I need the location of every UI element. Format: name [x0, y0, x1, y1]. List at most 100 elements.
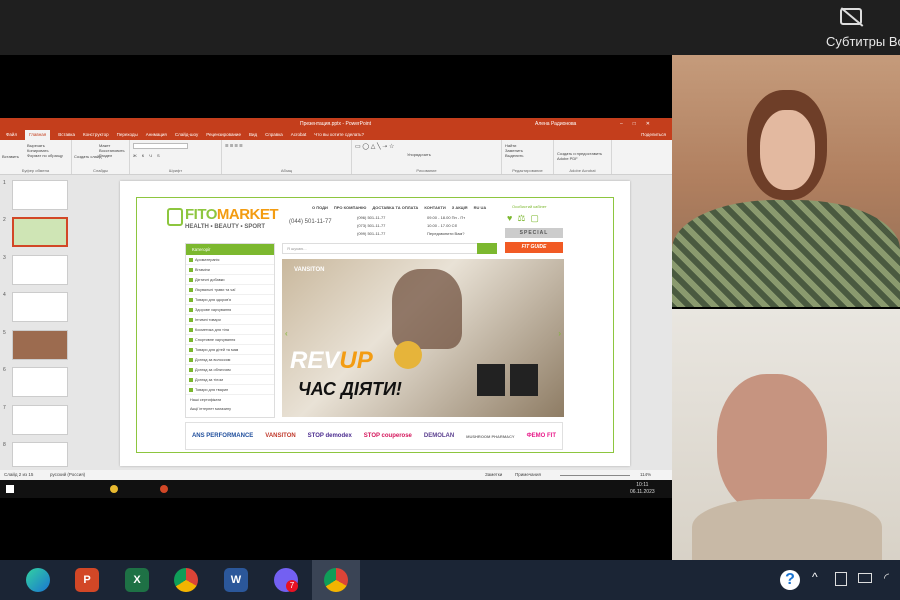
- paste-button[interactable]: Вставить: [2, 154, 19, 159]
- tab-insert[interactable]: Вставка: [58, 130, 75, 140]
- language-switch[interactable]: RU UA: [474, 205, 487, 210]
- carousel-prev-icon[interactable]: ‹: [285, 329, 288, 338]
- slide-thumbnail[interactable]: [12, 255, 68, 285]
- category-item[interactable]: Спортивне харчування: [186, 335, 274, 345]
- search-input[interactable]: Я шукаю...: [282, 243, 497, 254]
- participant-video-woman[interactable]: [672, 55, 900, 307]
- chrome-icon[interactable]: [174, 568, 198, 592]
- format-painter-button[interactable]: Формат по образцу: [27, 153, 68, 158]
- excel-icon[interactable]: X: [125, 568, 149, 592]
- tab-transitions[interactable]: Переходы: [117, 130, 138, 140]
- powerpoint-icon[interactable]: [160, 485, 168, 493]
- category-item[interactable]: Косметика для тіла: [186, 325, 274, 335]
- wifi-icon[interactable]: ◜: [884, 570, 889, 586]
- slide-thumbnail[interactable]: [12, 180, 68, 210]
- special-badge[interactable]: SPECIAL: [505, 228, 563, 238]
- create-pdf-button[interactable]: Создать и предоставить Adobe PDF: [557, 151, 608, 161]
- tab-review[interactable]: Рецензирование: [206, 130, 241, 140]
- tab-acrobat[interactable]: Acrobat: [291, 130, 307, 140]
- category-item[interactable]: Інтимні товари: [186, 315, 274, 325]
- section-button[interactable]: Раздел: [99, 153, 126, 158]
- new-slide-button[interactable]: Создать слайд: [74, 154, 101, 159]
- comments-button[interactable]: Примечания: [515, 470, 541, 480]
- tab-home[interactable]: Главная: [25, 130, 51, 140]
- zoom-level[interactable]: 114%: [640, 470, 651, 480]
- nav-link[interactable]: ПРО КОМПАНІЮ: [334, 205, 367, 210]
- slide-thumbnail[interactable]: [12, 292, 68, 322]
- chrome-icon[interactable]: [110, 485, 118, 493]
- word-icon[interactable]: W: [224, 568, 248, 592]
- help-icon[interactable]: ?: [780, 570, 800, 590]
- captions-off-icon[interactable]: [840, 8, 862, 25]
- category-item[interactable]: Дієтичні добавки: [186, 275, 274, 285]
- ribbon-tabs: Файл Главная Вставка Конструктор Переход…: [0, 130, 672, 140]
- callback-link[interactable]: Передзвонити Вам?: [427, 230, 465, 238]
- display-icon[interactable]: [835, 572, 847, 586]
- zoom-slider[interactable]: [560, 475, 630, 476]
- category-item[interactable]: Догляд за волоссям: [186, 355, 274, 365]
- category-item[interactable]: Товари для здоров'я: [186, 295, 274, 305]
- captions-button-label[interactable]: Субтитры Вог: [826, 34, 900, 49]
- font-group: Ж К Ч S Шрифт: [130, 140, 222, 174]
- tab-design[interactable]: Конструктор: [83, 130, 109, 140]
- categories-header[interactable]: Категорії: [186, 244, 274, 255]
- chrome-icon-active[interactable]: [324, 568, 348, 592]
- tab-help[interactable]: Справка: [265, 130, 283, 140]
- shapes-gallery[interactable]: ▭ ◯ △ ╲ ➝ ☆: [355, 143, 498, 150]
- nav-link[interactable]: З АКЦІЯ: [452, 205, 468, 210]
- tab-view[interactable]: Вид: [249, 130, 257, 140]
- tell-me-search[interactable]: Что вы хотите сделать?: [314, 130, 364, 140]
- notes-button[interactable]: Заметки: [485, 470, 502, 480]
- edge-icon[interactable]: [26, 568, 50, 592]
- slide-thumbnail[interactable]: [12, 367, 68, 397]
- product-jar: [477, 364, 505, 396]
- window-controls[interactable]: –□✕: [620, 118, 660, 130]
- brand-logo[interactable]: DEMOLAN: [424, 433, 454, 439]
- language-indicator[interactable]: русский (Россия): [50, 470, 85, 480]
- carousel-next-icon[interactable]: ›: [558, 329, 561, 338]
- participant-video-man[interactable]: [672, 309, 900, 560]
- font-name-select[interactable]: [133, 143, 188, 149]
- category-item[interactable]: Здорове харчування: [186, 305, 274, 315]
- slide-thumbnail[interactable]: [12, 442, 68, 467]
- brand-logo[interactable]: STOP couperose: [364, 433, 412, 439]
- brand-logo[interactable]: VANSITON: [265, 433, 295, 439]
- slide-thumbnail[interactable]: [12, 405, 68, 435]
- category-item[interactable]: Догляд за тілом: [186, 375, 274, 385]
- category-item[interactable]: Лікувальні трави та чаї: [186, 285, 274, 295]
- category-item[interactable]: Догляд за обличчям: [186, 365, 274, 375]
- brand-logo[interactable]: MUSHROOM PHARMACY: [466, 434, 514, 439]
- brand-logo[interactable]: ФЕМО FIT: [527, 433, 556, 439]
- fit-guide-badge[interactable]: FIT GUIDE: [505, 242, 563, 253]
- chevron-up-icon[interactable]: ^: [812, 570, 818, 584]
- start-icon[interactable]: [6, 485, 14, 493]
- tab-animations[interactable]: Анимация: [146, 130, 167, 140]
- hero-banner[interactable]: VANSITON REVUP ЧАС ДІЯТИ! ‹ ›: [282, 259, 564, 417]
- share-button[interactable]: Поделиться: [641, 130, 672, 140]
- nav-link[interactable]: КОНТАКТИ: [424, 205, 445, 210]
- brand-logo[interactable]: ANS PERFORMANCE: [192, 433, 253, 439]
- tab-file[interactable]: Файл: [6, 130, 17, 140]
- select-button[interactable]: Выделить: [505, 153, 550, 158]
- slide-thumbnails[interactable]: 1 2 3 4 5 6 7 8: [0, 175, 76, 470]
- slide-canvas[interactable]: FITOMARKET HEALTH • BEAUTY • SPORT О ПОД…: [120, 181, 630, 466]
- powerpoint-icon[interactable]: P: [75, 568, 99, 592]
- category-item[interactable]: Товари для тварин: [186, 385, 274, 395]
- battery-icon[interactable]: [858, 573, 872, 583]
- nav-link[interactable]: ДОСТАВКА ТА ОПЛАТА: [372, 205, 418, 210]
- arrange-button[interactable]: Упорядочить: [407, 152, 431, 157]
- search-button[interactable]: [477, 243, 497, 254]
- user-name[interactable]: Алена Радионова: [535, 118, 576, 130]
- slide-thumbnail[interactable]: [12, 330, 68, 360]
- category-item[interactable]: Ароматерапія: [186, 255, 274, 265]
- account-link[interactable]: Особистий кабінет: [512, 204, 547, 209]
- nav-link[interactable]: О ПОДИ: [312, 205, 328, 210]
- wishlist-compare-cart-icons[interactable]: ♥⚖▢: [507, 213, 544, 224]
- certificates-link[interactable]: Наші сертифікати: [186, 395, 274, 405]
- tab-slideshow[interactable]: Слайд-шоу: [175, 130, 198, 140]
- slide-thumbnail-selected[interactable]: [12, 217, 68, 247]
- category-item[interactable]: Товари для дітей та мам: [186, 345, 274, 355]
- brand-logo[interactable]: STOP demodex: [308, 433, 352, 439]
- promo-link[interactable]: Акції інтернет магазину: [186, 405, 274, 413]
- category-item[interactable]: Вітаміни: [186, 265, 274, 275]
